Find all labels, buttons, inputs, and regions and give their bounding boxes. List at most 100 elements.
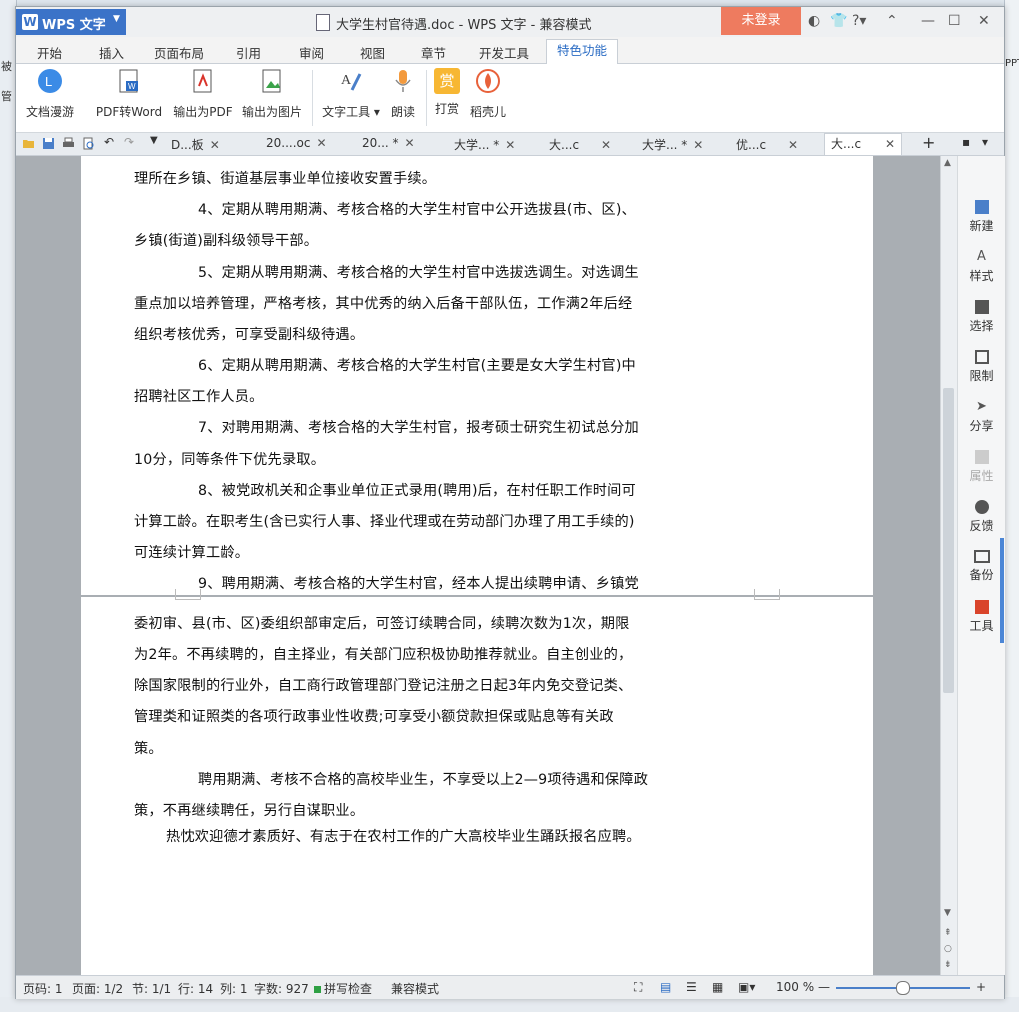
status-row: 行: 14 bbox=[178, 982, 214, 996]
panel-backup-button[interactable]: 备份 bbox=[958, 550, 1005, 583]
panel-properties-button[interactable]: 属性 bbox=[958, 450, 1005, 484]
status-word-count[interactable]: 字数: 927 bbox=[254, 980, 309, 997]
document-line: 管理类和证照类的各项行政事业性收费;可享受小额贷款担保或贴息等有关政 bbox=[134, 709, 614, 725]
scroll-up-icon[interactable]: ▲ bbox=[944, 158, 951, 168]
read-aloud-button[interactable]: 朗读 bbox=[386, 68, 420, 120]
scrollbar-thumb[interactable] bbox=[943, 388, 954, 693]
document-line: 9、聘用期满、考核合格的大学生村官，经本人提出续聘申请、乡镇党 bbox=[198, 576, 639, 592]
previous-page-icon[interactable]: ⇞ bbox=[944, 928, 952, 938]
export-pdf-icon bbox=[193, 69, 212, 93]
spell-check-toggle[interactable]: 拼写检查 bbox=[314, 980, 372, 997]
tab-references[interactable]: 引用 bbox=[236, 43, 261, 62]
scroll-down-icon[interactable]: ▼ bbox=[944, 908, 951, 918]
close-icon[interactable]: ✕ bbox=[601, 138, 611, 152]
ribbon-button-label: 文档漫游 bbox=[25, 105, 74, 119]
tab-insert[interactable]: 插入 bbox=[99, 43, 124, 62]
print-icon[interactable] bbox=[62, 137, 75, 150]
close-icon[interactable]: ✕ bbox=[978, 13, 990, 29]
doc-tab-label: 20....oc bbox=[266, 136, 311, 150]
minimize-icon[interactable]: — bbox=[921, 13, 935, 29]
document-line: 可连续计算工龄。 bbox=[134, 545, 250, 561]
export-pdf-button[interactable]: 输出为PDF bbox=[171, 68, 235, 120]
panel-feedback-button[interactable]: 反馈 bbox=[958, 500, 1005, 534]
new-tab-icon[interactable]: + bbox=[922, 133, 935, 152]
outline-view-icon[interactable]: ☰ bbox=[686, 980, 697, 994]
doc-tab[interactable]: D...板 ✕ bbox=[171, 136, 220, 153]
skin-icon[interactable]: ◐ bbox=[808, 13, 820, 29]
browse-object-icon[interactable]: ○ bbox=[944, 944, 952, 954]
reward-button[interactable]: 赏 打赏 bbox=[430, 68, 464, 117]
close-icon[interactable]: ✕ bbox=[693, 138, 703, 152]
panel-select-button[interactable]: 选择 bbox=[958, 300, 1005, 334]
panel-restrict-button[interactable]: 限制 bbox=[958, 350, 1005, 384]
doc-roaming-button[interactable]: L 文档漫游 bbox=[24, 68, 76, 120]
close-icon[interactable]: ✕ bbox=[210, 138, 220, 152]
collapse-ribbon-icon[interactable]: ⌃ bbox=[886, 13, 898, 29]
tab-review[interactable]: 审阅 bbox=[299, 43, 324, 62]
tab-page-layout[interactable]: 页面布局 bbox=[154, 43, 204, 62]
vertical-scrollbar[interactable]: ▲ ▼ ⇞ ○ ⇟ bbox=[940, 156, 957, 975]
document-line: 招聘社区工作人员。 bbox=[134, 389, 264, 405]
close-icon[interactable]: ✕ bbox=[788, 138, 798, 152]
tab-list-icon[interactable]: ▪ bbox=[962, 135, 970, 149]
wps-window: W WPS 文字 ▼ 大学生村官待遇.doc - WPS 文字 - 兼容模式 未… bbox=[15, 6, 1005, 999]
close-icon[interactable]: ✕ bbox=[316, 136, 326, 150]
shirt-icon[interactable]: 👕 bbox=[830, 13, 847, 29]
feedback-icon bbox=[974, 500, 989, 514]
redo-icon[interactable]: ↷ bbox=[124, 135, 134, 149]
panel-collapse-handle[interactable] bbox=[1000, 538, 1004, 643]
print-preview-icon[interactable] bbox=[82, 137, 95, 150]
tab-chapter[interactable]: 章节 bbox=[421, 43, 446, 62]
help-icon[interactable]: ?▾ bbox=[852, 13, 866, 29]
panel-new-button[interactable]: 新建 bbox=[958, 200, 1005, 234]
panel-style-button[interactable]: A 样式 bbox=[958, 250, 1005, 284]
page-view-icon[interactable]: ▤ bbox=[660, 980, 671, 994]
reading-mode-icon[interactable]: ▣▾ bbox=[738, 980, 755, 994]
text-tools-button[interactable]: A 文字工具 ▾ bbox=[319, 68, 383, 120]
doc-tab[interactable]: 20....oc ✕ bbox=[266, 136, 327, 150]
doc-tab[interactable]: 20... * ✕ bbox=[362, 136, 415, 150]
login-button[interactable]: 未登录 bbox=[721, 7, 801, 35]
panel-label: 限制 bbox=[969, 369, 994, 383]
fullscreen-view-icon[interactable]: ⛶ bbox=[634, 980, 642, 995]
zoom-level[interactable]: 100 % bbox=[776, 980, 814, 994]
tab-home[interactable]: 开始 bbox=[37, 43, 62, 62]
panel-label: 新建 bbox=[969, 219, 994, 233]
zoom-slider-thumb[interactable] bbox=[896, 981, 910, 995]
zoom-in-icon[interactable]: + bbox=[976, 980, 986, 994]
open-folder-icon[interactable] bbox=[22, 137, 35, 150]
doc-tab[interactable]: 优...c ✕ bbox=[736, 136, 798, 153]
docer-button[interactable]: 稻壳儿 bbox=[468, 68, 508, 120]
panel-tools-button[interactable]: 工具 bbox=[958, 600, 1005, 634]
zoom-out-icon[interactable]: — bbox=[818, 980, 830, 994]
doc-tab[interactable]: 大学... * ✕ bbox=[642, 136, 703, 153]
save-icon[interactable] bbox=[42, 137, 55, 150]
maximize-icon[interactable]: ☐ bbox=[948, 13, 961, 29]
panel-share-button[interactable]: ➤ 分享 bbox=[958, 400, 1005, 434]
doc-tab-label: 大...c bbox=[831, 137, 862, 151]
doc-tab[interactable]: 大...c ✕ bbox=[549, 136, 611, 153]
share-icon: ➤ bbox=[976, 399, 987, 414]
undo-icon[interactable]: ↶ bbox=[104, 135, 114, 149]
ribbon-button-label: 稻壳儿 bbox=[469, 105, 506, 119]
pdf-to-word-button[interactable]: W PDF转Word bbox=[94, 68, 164, 120]
next-page-icon[interactable]: ⇟ bbox=[944, 960, 952, 970]
doc-tab[interactable]: 大学... * ✕ bbox=[454, 136, 515, 153]
close-icon[interactable]: ✕ bbox=[505, 138, 515, 152]
quick-access-dropdown-icon[interactable]: ▼ bbox=[150, 135, 158, 146]
web-view-icon[interactable]: ▦ bbox=[712, 980, 723, 994]
export-image-button[interactable]: 输出为图片 bbox=[240, 68, 304, 120]
tab-special-features[interactable]: 特色功能 bbox=[546, 39, 619, 65]
spell-check-indicator-icon bbox=[314, 986, 321, 993]
close-icon[interactable]: ✕ bbox=[405, 136, 415, 150]
tab-view[interactable]: 视图 bbox=[360, 43, 385, 62]
document-icon bbox=[316, 14, 330, 31]
document-canvas[interactable]: 理所在乡镇、街道基层事业单位接收安置手续。 4、定期从聘用期满、考核合格的大学生… bbox=[16, 156, 940, 975]
doc-tab-active[interactable]: 大...c ✕ bbox=[824, 133, 903, 155]
select-icon bbox=[974, 300, 989, 314]
wps-menu-button[interactable]: W WPS 文字 ▼ bbox=[16, 9, 126, 35]
tab-developer[interactable]: 开发工具 bbox=[479, 43, 529, 62]
tab-settings-icon[interactable]: ▾ bbox=[982, 135, 988, 149]
desktop-text: 管 bbox=[1, 90, 12, 103]
close-icon[interactable]: ✕ bbox=[885, 137, 895, 151]
